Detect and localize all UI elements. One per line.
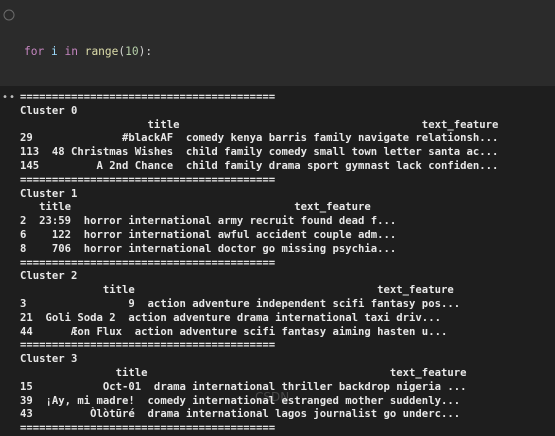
output-line: title text_feature [20,201,371,214]
output-line: Cluster 0 [20,104,78,117]
output-line: ======================================== [20,422,276,435]
code-cell[interactable]: for i in range(10): print("="*40) print(… [0,0,555,202]
output-line: title text_feature [20,366,467,379]
output-line: 21 Goli Soda 2 action adventure drama in… [20,311,441,324]
output-line: title text_feature [20,118,499,131]
output-line: ======================================== [20,91,276,103]
output-line: 113 48 Christmas Wishes child family com… [20,146,499,159]
output-line: ======================================== [20,173,276,186]
output-line: 29 #blackAF comedy kenya barris family n… [20,132,499,145]
output-line: 145 A 2nd Chance child family drama spor… [20,159,499,172]
output-line: Cluster 2 [20,270,78,283]
output-line: 8 706 horror international doctor go mis… [20,242,397,255]
output-line: ======================================== [20,339,276,352]
cell-output: •• =====================================… [0,86,555,434]
cell-run-icon[interactable] [2,8,16,22]
code-line: for i in range(10): [24,45,153,58]
output-line: 2 23:59 horror international army recrui… [20,215,397,228]
output-line: 43 Òlòtūré drama international lagos jou… [20,408,461,421]
output-text: ========================================… [20,91,555,436]
watermark: CSDN [255,390,290,404]
output-line: title text_feature [20,284,454,297]
output-line: ======================================== [20,256,276,269]
output-line: 44 Æon Flux action adventure scifi fanta… [20,325,448,338]
output-more-icon[interactable]: •• [2,92,16,103]
output-line: 6 122 horror international awful acciden… [20,228,397,241]
output-line: 3 9 action adventure independent scifi f… [20,297,461,310]
output-line: Cluster 1 [20,187,78,200]
output-line: Cluster 3 [20,353,78,366]
